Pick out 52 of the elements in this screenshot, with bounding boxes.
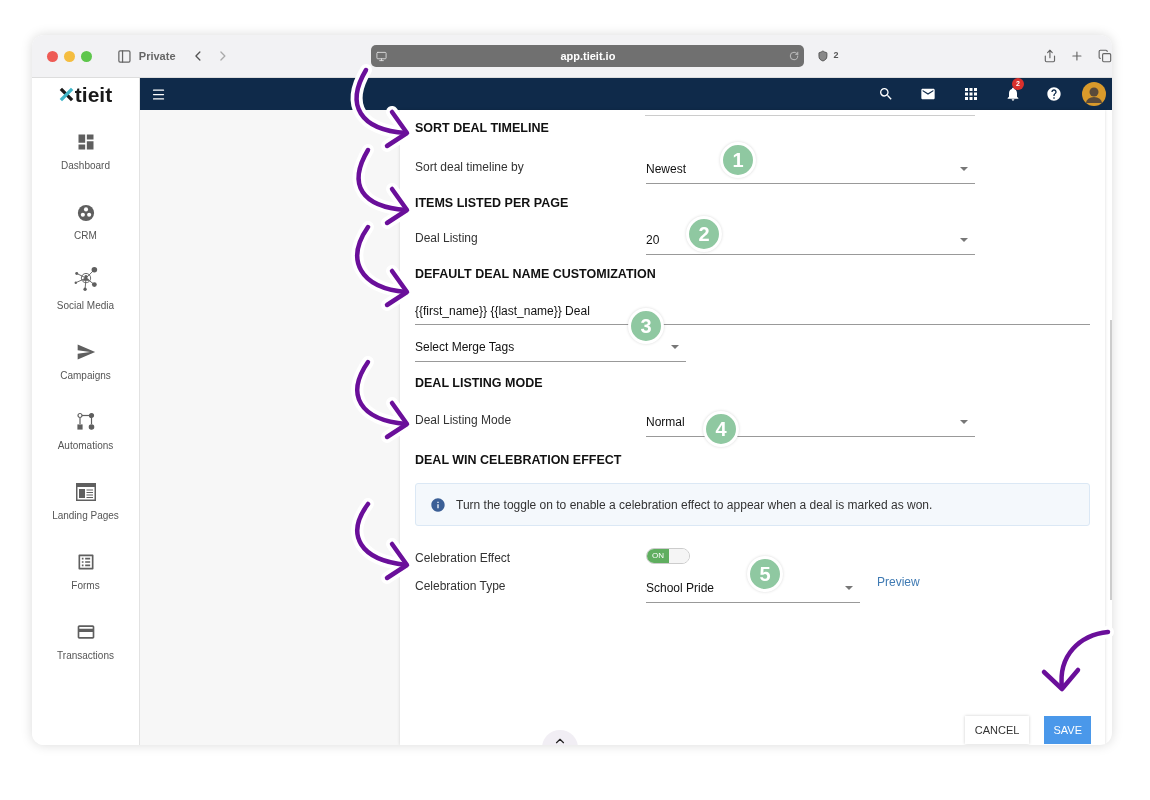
sidebar-item[interactable]: CRM (35, 196, 136, 266)
sidebar-item[interactable]: Automations (35, 406, 136, 476)
mail-icon[interactable] (920, 86, 936, 102)
sidebar-item[interactable]: Forms (35, 546, 136, 616)
sidebar-item[interactable]: Campaigns (35, 336, 136, 406)
page-icon (376, 50, 388, 62)
cancel-button[interactable]: CANCEL (964, 716, 1030, 744)
workflow-icon (75, 412, 96, 432)
dropdown-caret-icon (845, 585, 853, 590)
search-icon[interactable] (878, 86, 894, 102)
avatar[interactable] (1082, 82, 1106, 106)
sidebar-item[interactable]: Transactions (35, 616, 136, 686)
send-icon (75, 342, 96, 362)
section-heading: ITEMS LISTED PER PAGE (415, 194, 569, 212)
tabs-icon[interactable] (1098, 49, 1112, 63)
logo: tieit (58, 78, 113, 110)
section-heading: DEAL WIN CELEBRATION EFFECT (415, 451, 622, 469)
share-icon[interactable] (1042, 49, 1057, 63)
help-icon[interactable] (1046, 86, 1062, 102)
crm-icon (76, 204, 95, 222)
sidebar-item[interactable]: Dashboard (35, 126, 136, 196)
section-heading: SORT DEAL TIMELINE (415, 119, 549, 137)
dropdown-caret-icon (960, 166, 968, 171)
field-label: Deal Listing Mode (415, 412, 513, 429)
sidebar-item[interactable]: Landing Pages (35, 476, 136, 546)
info-icon (430, 496, 446, 513)
shield-count: 2 (833, 49, 839, 63)
web-page-icon (74, 482, 97, 502)
close-window-button[interactable] (47, 50, 58, 62)
private-label: Private (138, 48, 176, 64)
shield-icon[interactable] (816, 50, 829, 62)
field-label: Deal Listing (415, 230, 479, 247)
sidebar-item[interactable]: Social Media (35, 266, 136, 336)
address-bar[interactable]: app.tieit.io (371, 45, 804, 67)
section-heading: DEAL LISTING MODE (415, 374, 543, 392)
field-label: Celebration Effect (415, 550, 512, 567)
bell-icon[interactable] (1005, 86, 1021, 102)
preview-link[interactable]: Preview (877, 573, 920, 591)
section-heading: DEFAULT DEAL NAME CUSTOMIZATION (415, 265, 656, 283)
scrollbar[interactable] (1110, 320, 1112, 600)
field-label: Celebration Type (415, 578, 507, 595)
logo-mark-icon (58, 86, 74, 102)
dropdown-caret-icon (671, 344, 679, 349)
card-icon (75, 622, 96, 642)
dropdown-caret-icon (960, 419, 968, 424)
menu-icon[interactable] (151, 86, 166, 102)
sidebar-toggle-icon[interactable] (117, 48, 132, 64)
info-text: Turn the toggle on to enable a celebration effect to appear when a deal is marked as won. (456, 496, 933, 514)
field-label: Sort deal timeline by (415, 159, 525, 176)
dropdown-caret-icon (960, 237, 968, 242)
apps-icon[interactable] (962, 85, 980, 103)
network-icon (72, 266, 99, 292)
